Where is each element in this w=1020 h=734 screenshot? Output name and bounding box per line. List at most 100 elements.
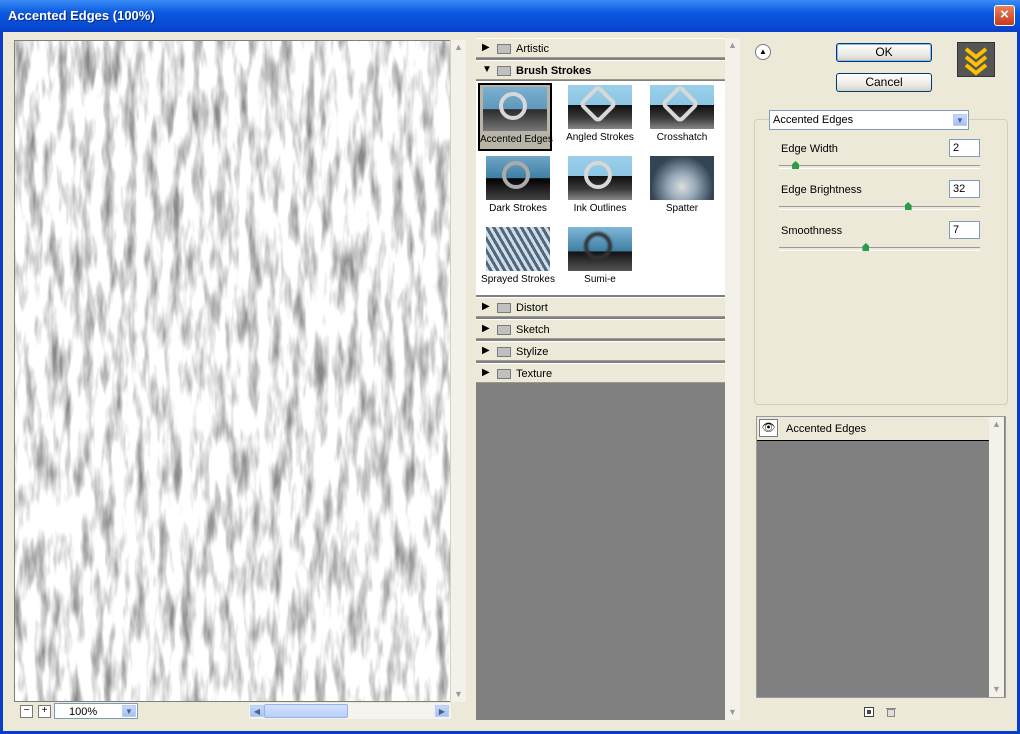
folder-icon [497,303,511,313]
filter-thumb-label: Sumi-e [584,274,616,285]
expand-icon[interactable]: ▶ [482,345,490,356]
category-label: Brush Strokes [516,65,592,77]
scroll-up-icon[interactable]: ▲ [725,38,740,53]
brush-strokes-thumbnails: Accented Edges Angled Strokes Crosshatch… [476,81,725,295]
filter-thumb-label: Accented Edges [480,134,553,145]
expand-icon[interactable]: ▶ [482,42,490,53]
filter-categories-panel: ▶ Artistic ▼ Brush Strokes Accented Edge… [476,38,725,720]
title-bar[interactable]: Accented Edges (100%) × [0,0,1020,32]
category-label: Texture [516,368,553,380]
image-preview[interactable] [14,40,453,702]
filter-select-value: Accented Edges [773,114,854,126]
scroll-thumb[interactable] [264,704,348,718]
edge-brightness-field[interactable]: 32 [949,180,980,198]
filter-thumb-label: Sprayed Strokes [481,274,555,285]
category-label: Sketch [516,324,550,336]
scroll-up-icon[interactable]: ▲ [451,40,466,55]
logo-icon [957,42,995,77]
effect-layer-row[interactable]: 👁 Accented Edges [757,417,989,441]
preview-horizontal-scrollbar[interactable]: ◀ ▶ [249,703,451,719]
filter-thumb-dark-strokes[interactable]: Dark Strokes [481,154,555,222]
filter-select[interactable]: Accented Edges ▼ [769,110,969,130]
trash-icon[interactable] [886,707,896,717]
thumbnail-image [486,227,550,271]
scroll-down-icon[interactable]: ▼ [725,705,740,720]
filter-thumb-sumi-e[interactable]: Sumi-e [563,225,637,293]
filter-gallery-window: Accented Edges (100%) × ▲ ▼ − + 100% ▼ ◀ [0,0,1020,734]
scroll-right-icon[interactable]: ▶ [435,705,449,717]
thumbnail-image [486,156,550,200]
effect-layers-panel: 👁 Accented Edges ▲ ▼ [756,416,1006,698]
zoom-value: 100% [69,706,98,718]
scroll-down-icon[interactable]: ▼ [989,682,1004,697]
thumbnail-image [568,156,632,200]
chevron-down-icon[interactable]: ▼ [122,705,136,717]
zoom-bar: − + 100% ▼ ◀ ▶ [14,703,451,721]
edge-width-field[interactable]: 2 [949,139,980,157]
thumbnail-ring [660,85,700,124]
preview-image [15,41,452,701]
folder-icon [497,325,511,335]
filter-thumb-angled-strokes[interactable]: Angled Strokes [563,83,637,151]
category-stylize[interactable]: ▶ Stylize [476,341,725,361]
expand-icon[interactable]: ▶ [482,323,490,334]
eye-icon[interactable]: 👁 [759,419,778,437]
thumbnail-image [568,85,632,129]
effect-layer-label: Accented Edges [786,423,867,435]
category-label: Stylize [516,346,549,358]
preview-vertical-scrollbar[interactable]: ▲ ▼ [450,40,466,702]
folder-icon [497,369,511,379]
scroll-up-icon[interactable]: ▲ [989,417,1004,432]
filter-thumb-label: Spatter [665,203,699,214]
filter-thumb-crosshatch[interactable]: Crosshatch [645,83,719,151]
zoom-out-button[interactable]: − [20,705,33,718]
thumbnail-ring [499,92,527,120]
filter-thumb-label: Dark Strokes [489,203,547,214]
edge-width-label: Edge Width [781,143,838,155]
folder-icon [497,347,511,357]
thumbnail-ring [584,161,612,189]
window-title: Accented Edges (100%) [8,8,155,23]
smoothness-field[interactable]: 7 [949,221,980,239]
filter-thumb-label: Angled Strokes [566,132,634,143]
category-texture[interactable]: ▶ Texture [476,363,725,383]
category-artistic[interactable]: ▶ Artistic [476,38,725,58]
category-label: Artistic [516,43,549,55]
cancel-button[interactable]: Cancel [836,73,932,92]
thumbnail-ring [502,161,530,189]
filter-thumb-ink-outlines[interactable]: Ink Outlines [563,154,637,222]
thumbnail-ring [578,85,618,124]
filter-thumb-label: Crosshatch [656,132,708,143]
expand-icon[interactable]: ▶ [482,301,490,312]
smoothness-slider[interactable] [779,247,980,251]
filter-settings-group [754,119,1008,405]
folder-icon [497,44,511,54]
edge-brightness-label: Edge Brightness [781,184,862,196]
scroll-down-icon[interactable]: ▼ [451,687,466,702]
edge-brightness-slider[interactable] [779,206,980,210]
zoom-select[interactable]: 100% ▼ [54,703,138,719]
zoom-in-button[interactable]: + [38,705,51,718]
categories-scrollbar[interactable]: ▲ ▼ [725,38,740,720]
category-label: Distort [516,302,548,314]
close-button[interactable]: × [994,5,1015,26]
edge-width-slider[interactable] [779,165,980,169]
layers-scrollbar[interactable]: ▲ ▼ [989,417,1004,697]
collapse-icon[interactable]: ▲ [755,44,771,60]
filter-thumb-sprayed-strokes[interactable]: Sprayed Strokes [481,225,555,293]
thumbnail-image [650,156,714,200]
filter-thumb-label: Ink Outlines [573,203,627,214]
new-layer-icon[interactable] [864,707,874,717]
thumbnail-ring [584,232,612,260]
category-sketch[interactable]: ▶ Sketch [476,319,725,339]
expand-icon[interactable]: ▶ [482,367,490,378]
filter-thumb-spatter[interactable]: Spatter [645,154,719,222]
category-distort[interactable]: ▶ Distort [476,297,725,317]
filter-thumb-accented-edges[interactable]: Accented Edges [478,83,553,151]
collapse-triangle-icon[interactable]: ▼ [482,64,492,75]
thumbnail-image [483,87,547,131]
category-brush-strokes[interactable]: ▼ Brush Strokes [476,60,725,80]
chevron-down-icon[interactable]: ▼ [953,114,967,126]
scroll-left-icon[interactable]: ◀ [250,705,264,717]
ok-button[interactable]: OK [836,43,932,62]
